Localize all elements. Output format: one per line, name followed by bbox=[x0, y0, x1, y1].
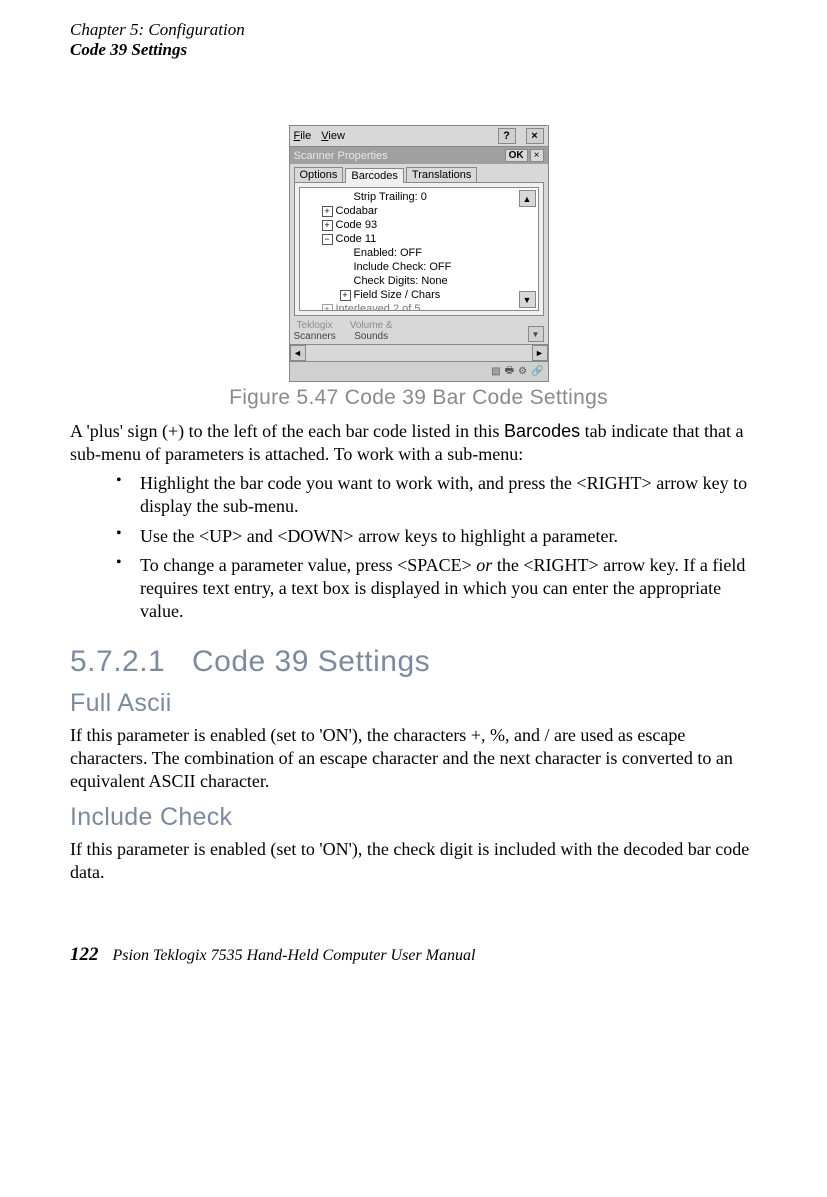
expand-icon[interactable]: + bbox=[340, 290, 351, 301]
collapse-icon[interactable]: − bbox=[322, 234, 333, 245]
tab-options[interactable]: Options bbox=[294, 167, 344, 182]
tree-item[interactable]: Codabar bbox=[336, 204, 378, 218]
section-heading: 5.7.2.1Code 39 Settings bbox=[70, 645, 767, 679]
tray-icon: 🖶 bbox=[505, 363, 514, 380]
taskbar-item-sounds[interactable]: Volume & Sounds bbox=[350, 320, 393, 342]
embedded-screenshot: File View ? × Scanner Properties OK × Op… bbox=[70, 125, 767, 382]
expand-icon[interactable]: + bbox=[322, 220, 333, 231]
tray-icon: ▧ bbox=[491, 366, 500, 377]
menu-view[interactable]: View bbox=[321, 130, 345, 142]
tab-translations[interactable]: Translations bbox=[406, 167, 478, 182]
body-paragraph: If this parameter is enabled (set to 'ON… bbox=[70, 838, 767, 884]
system-tray: ▧ 🖶 ⚙ 🔗 bbox=[290, 361, 548, 381]
tree-item[interactable]: Code 93 bbox=[336, 218, 378, 232]
window-title: Scanner Properties bbox=[294, 150, 388, 162]
subsection-heading: Include Check bbox=[70, 803, 767, 832]
tree-item[interactable]: Enabled: OFF bbox=[354, 246, 422, 260]
tray-icon: 🔗 bbox=[531, 366, 543, 377]
list-item: • To change a parameter value, press <SP… bbox=[116, 554, 767, 623]
tray-icon: ⚙ bbox=[518, 366, 527, 377]
tree-item[interactable]: Field Size / Chars bbox=[354, 288, 441, 302]
tree-view[interactable]: ▲ ▼ Strip Trailing: 0 +Codabar +Code 93 … bbox=[299, 187, 539, 311]
close-icon[interactable]: × bbox=[526, 128, 544, 144]
list-item: • Highlight the bar code you want to wor… bbox=[116, 472, 767, 518]
tree-item[interactable]: Check Digits: None bbox=[354, 274, 448, 288]
figure-caption: Figure 5.47 Code 39 Bar Code Settings bbox=[70, 386, 767, 410]
page-number: 122 bbox=[70, 944, 99, 966]
scroll-left-icon[interactable]: ◄ bbox=[290, 345, 306, 361]
tree-item[interactable]: Strip Trailing: 0 bbox=[354, 190, 427, 204]
expand-icon[interactable]: + bbox=[322, 206, 333, 217]
scroll-down-icon[interactable]: ▼ bbox=[528, 326, 544, 342]
body-paragraph: A 'plus' sign (+) to the left of the eac… bbox=[70, 420, 767, 466]
footer-text: Psion Teklogix 7535 Hand-Held Computer U… bbox=[113, 947, 476, 965]
tree-item[interactable]: Include Check: OFF bbox=[354, 260, 452, 274]
tree-item[interactable]: Interleaved 2 of 5 bbox=[336, 302, 421, 311]
taskbar-item-scanners[interactable]: Teklogix Scanners bbox=[294, 320, 336, 342]
help-button[interactable]: ? bbox=[498, 128, 516, 144]
tree-item[interactable]: Code 11 bbox=[336, 232, 377, 246]
ok-button[interactable]: OK bbox=[505, 149, 528, 162]
tab-barcodes[interactable]: Barcodes bbox=[345, 168, 403, 183]
scroll-right-icon[interactable]: ► bbox=[532, 345, 548, 361]
list-item: • Use the <UP> and <DOWN> arrow keys to … bbox=[116, 525, 767, 548]
dialog-close-icon[interactable]: × bbox=[530, 149, 544, 162]
body-paragraph: If this parameter is enabled (set to 'ON… bbox=[70, 724, 767, 793]
header-section: Code 39 Settings bbox=[70, 40, 767, 60]
expand-icon[interactable]: + bbox=[322, 304, 333, 312]
header-chapter: Chapter 5: Configuration bbox=[70, 20, 767, 40]
menu-file[interactable]: File bbox=[294, 130, 312, 142]
scroll-up-icon[interactable]: ▲ bbox=[519, 190, 536, 207]
subsection-heading: Full Ascii bbox=[70, 689, 767, 718]
